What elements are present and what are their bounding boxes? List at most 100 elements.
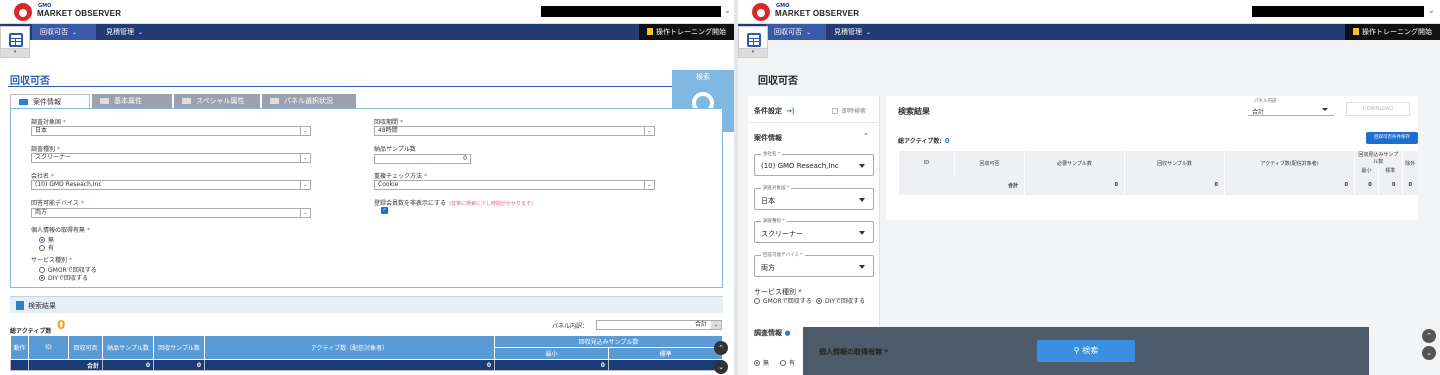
dup-check-label: 重複チェック方法 * — [374, 173, 428, 180]
calculator-icon — [9, 33, 23, 47]
dropdown-icon — [1322, 108, 1328, 111]
case-info-header[interactable]: 案件情報 — [754, 133, 782, 143]
survey-type-select[interactable]: スクリーナー ⌄ — [31, 153, 311, 163]
divider — [748, 122, 880, 123]
chevron-down-icon[interactable]: ⌄ — [1428, 6, 1435, 15]
total-label: 合計 — [898, 175, 1025, 195]
col-min: 最小 — [1354, 165, 1379, 175]
page-title: 回収可否 — [758, 76, 798, 87]
chevron-up-icon[interactable]: ⌃ — [863, 132, 869, 140]
side-tab-toggle[interactable]: ▾ — [0, 48, 30, 58]
chevron-down-icon: ⌄ — [138, 29, 144, 36]
scroll-up-icon[interactable]: ⌃ — [1422, 329, 1436, 343]
col-action: 動作 — [10, 335, 29, 360]
company-select[interactable]: 会社名 * (10) GMO Reseach,Inc — [754, 151, 874, 176]
personal-label: 個人情報の取得有無 * — [819, 348, 889, 356]
chevron-down-icon: ⌄ — [300, 154, 310, 162]
people-icon — [100, 98, 109, 104]
service-diy-radio[interactable]: DIYで回収する — [816, 298, 876, 306]
tab-basic-attr[interactable]: 基本属性 — [92, 94, 172, 108]
personal-none-radio[interactable]: 無 — [754, 360, 769, 368]
panel-breakdown-select[interactable]: パネル内訳 合計 — [1248, 99, 1334, 116]
company-select[interactable]: (10) GMO Reseach,Inc ⌄ — [31, 180, 311, 190]
col-active: アクティブ数（配信対象者） — [204, 335, 495, 360]
service-gmor-radio[interactable]: GMORで回収する — [754, 298, 814, 306]
active-count-value: 0 — [57, 318, 66, 332]
survey-info-header[interactable]: 調査情報 ● — [754, 328, 791, 338]
country-select[interactable]: 調査対象国 * 日本 — [754, 185, 874, 210]
survey-type-select[interactable]: 調査種別 * スクリーナー — [754, 218, 874, 243]
nav-item-collection[interactable]: 回収可否 ⌄ — [32, 24, 96, 40]
active-count: 総アクティブ数: 0 — [898, 137, 950, 145]
col-id: ID — [898, 151, 955, 175]
dup-check-select[interactable]: Cookie ⌄ — [374, 180, 655, 190]
col-expected: 回収見込みサンプル数 — [1354, 151, 1403, 165]
country-label: 調査対象国 * — [31, 119, 67, 126]
hide-members-checkbox[interactable]: ✓ — [381, 207, 388, 214]
case-info-form: 調査対象国 * 日本 ⌄ 回収期間 * 48時間 ⌄ 調査種別 * スクリーナー ⌄ 納品サ… — [10, 108, 723, 288]
tab-panel-select[interactable]: パネル選択状況 — [262, 94, 356, 108]
search-button[interactable]: ⚲ 検索 — [1037, 340, 1135, 362]
active-count-label: 総アクティブ数 — [10, 328, 52, 335]
device-label: 回答可能デバイス * — [31, 200, 84, 207]
book-icon — [1353, 28, 1359, 35]
service-diy-radio[interactable]: DIYで回収する — [39, 273, 88, 282]
radio-icon — [754, 360, 760, 366]
survey-type-label: 調査種別 * — [31, 146, 61, 153]
save-conditions-button[interactable]: 回収可否条件保存 — [1366, 132, 1418, 144]
device-select[interactable]: 両方 ⌄ — [31, 208, 311, 218]
results-table: 動作 ID 回収可否 納品サンプル数 回収サンプル数 アクティブ数（配信対象者）… — [10, 335, 724, 371]
tab-special-attr[interactable]: スペシャル属性 — [174, 94, 260, 108]
dropdown-icon — [859, 231, 865, 235]
user-account-box[interactable] — [1252, 6, 1424, 17]
personal-yes-radio[interactable]: 有 — [39, 243, 54, 252]
sample-count-input[interactable]: 0 — [374, 154, 471, 164]
col-id: ID — [28, 335, 69, 360]
scroll-up-icon[interactable]: ⌃ — [714, 341, 728, 355]
chevron-down-icon: ⌄ — [300, 181, 310, 189]
main-nav: 回収可否 ⌄ 見積管理 ⌄ 操作トレーニング開始 — [0, 24, 734, 40]
title-underline — [8, 86, 724, 87]
radio-icon — [39, 245, 45, 251]
page-title: 回収可否 — [10, 76, 50, 87]
table-row: 合計 0 0 0 0 0 — [10, 359, 724, 371]
scroll-down-icon[interactable]: ⌄ — [1422, 346, 1436, 360]
radio-icon — [816, 298, 822, 304]
chevron-down-icon[interactable]: ⌄ — [724, 6, 731, 15]
col-expected: 回収見込みサンプル数 — [494, 335, 723, 348]
top-bar: GMO MARKET OBSERVER ⌄ — [0, 0, 734, 24]
tab-case-info[interactable]: 案件情報 — [10, 94, 90, 108]
user-account-box[interactable] — [541, 6, 721, 17]
top-bar: GMO MARKET OBSERVER ⌄ — [738, 0, 1440, 24]
period-label: 回収期間 * — [374, 119, 404, 126]
dropdown-icon — [859, 198, 865, 202]
col-active: アクティブ数(配信対象者) — [1224, 151, 1355, 175]
panel-breakdown-select[interactable]: 合計 ⌄ — [596, 320, 722, 330]
nav-item-collection[interactable]: 回収可否 ⌄ — [766, 24, 826, 40]
chevron-down-icon: ⌄ — [644, 181, 654, 189]
results-section-bar: 検索結果 — [10, 296, 723, 313]
training-start-button[interactable]: 操作トレーニング開始 — [639, 24, 734, 40]
instant-search-toggle[interactable]: 即時検索 — [832, 106, 866, 115]
personal-label: 個人情報の取得有無 * — [31, 227, 91, 234]
nav-item-estimate[interactable]: 見積管理 ⌄ — [826, 24, 886, 40]
side-tab-toggle[interactable]: ▾ — [738, 48, 768, 58]
service-label: サービス種別 * — [754, 288, 802, 296]
gmo-logo-icon — [14, 3, 32, 21]
device-select[interactable]: 回答可能デバイス * 両方 — [754, 252, 874, 277]
period-select[interactable]: 48時間 ⌄ — [374, 126, 655, 136]
book-icon — [647, 28, 653, 35]
results-panel: 検索結果 パネル内訳 合計 DOWNLOAD 総アクティブ数: 0 回収可否条件保存… — [886, 96, 1418, 220]
results-header: 検索結果 — [898, 107, 930, 116]
dropdown-icon — [859, 164, 865, 168]
radio-icon — [754, 298, 760, 304]
download-button[interactable]: DOWNLOAD — [1346, 102, 1410, 116]
training-start-button[interactable]: 操作トレーニング開始 — [1345, 24, 1440, 40]
nav-item-estimate[interactable]: 見積管理 ⌄ — [98, 24, 154, 40]
col-status: 回収可否 — [954, 151, 1025, 175]
personal-yes-radio[interactable]: 有 — [780, 360, 795, 368]
legacy-app-pane: GMO MARKET OBSERVER ⌄ 回収可否 ⌄ 見積管理 ⌄ 操作トレーニ… — [0, 0, 734, 375]
scroll-down-icon[interactable]: ⌄ — [714, 360, 728, 374]
country-select[interactable]: 日本 ⌄ — [31, 126, 311, 136]
info-icon: ● — [784, 329, 791, 337]
